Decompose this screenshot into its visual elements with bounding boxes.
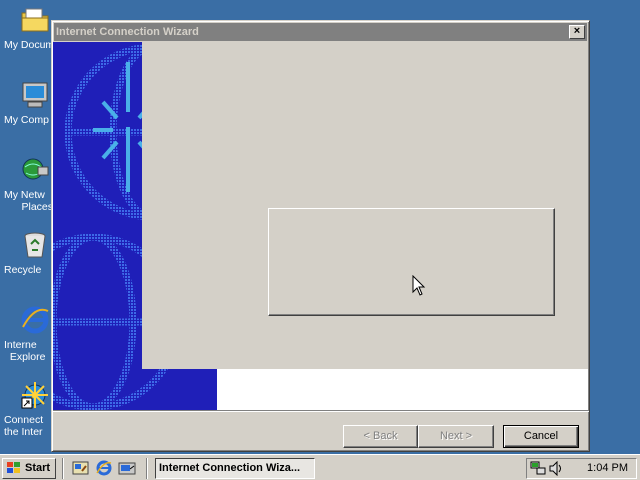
- task-button-label: Internet Connection Wiza...: [159, 462, 301, 474]
- wizard-window: Internet Connection Wizard × < Back Next…: [51, 20, 590, 452]
- title-bar[interactable]: Internet Connection Wizard ×: [54, 23, 587, 41]
- start-label: Start: [25, 462, 51, 474]
- start-button[interactable]: Start: [2, 458, 56, 479]
- internet-explorer-icon: [21, 306, 49, 334]
- cancel-button-label: Cancel: [523, 430, 559, 442]
- volume-icon[interactable]: [548, 461, 564, 476]
- wizard-content-area: [142, 42, 588, 369]
- close-icon: ×: [573, 25, 581, 37]
- close-button[interactable]: ×: [569, 25, 585, 39]
- network-connection-icon[interactable]: [530, 461, 546, 476]
- taskbar: Start Internet Connection Wiza... 1:04 P…: [0, 454, 640, 480]
- back-button-label: < Back: [363, 430, 398, 442]
- next-button-label: Next >: [439, 430, 473, 442]
- system-tray: 1:04 PM: [526, 458, 637, 479]
- back-button[interactable]: < Back: [343, 425, 418, 448]
- cancel-button[interactable]: Cancel: [503, 425, 579, 448]
- button-separator: [53, 410, 589, 412]
- taskbar-separator: [62, 458, 64, 479]
- folder-icon: [21, 8, 49, 32]
- windows-logo-icon: [7, 462, 20, 473]
- outlook-express-icon[interactable]: [118, 460, 136, 476]
- connect-internet-icon: [21, 382, 48, 409]
- computer-icon: [22, 82, 48, 108]
- taskbar-button-internet-connection-wizard[interactable]: Internet Connection Wiza...: [155, 458, 315, 479]
- recycle-bin-icon: [24, 232, 46, 258]
- next-button[interactable]: Next >: [418, 425, 494, 448]
- show-desktop-icon[interactable]: [72, 460, 90, 476]
- clock[interactable]: 1:04 PM: [587, 459, 628, 478]
- mouse-cursor-icon: [412, 275, 426, 296]
- taskbar-separator: [146, 458, 148, 479]
- wizard-footer-strip: [217, 369, 588, 410]
- window-title: Internet Connection Wizard: [56, 26, 199, 38]
- internet-explorer-quicklaunch-icon[interactable]: [95, 460, 113, 476]
- network-icon: [22, 158, 49, 180]
- wizard-inner-panel: [268, 208, 555, 316]
